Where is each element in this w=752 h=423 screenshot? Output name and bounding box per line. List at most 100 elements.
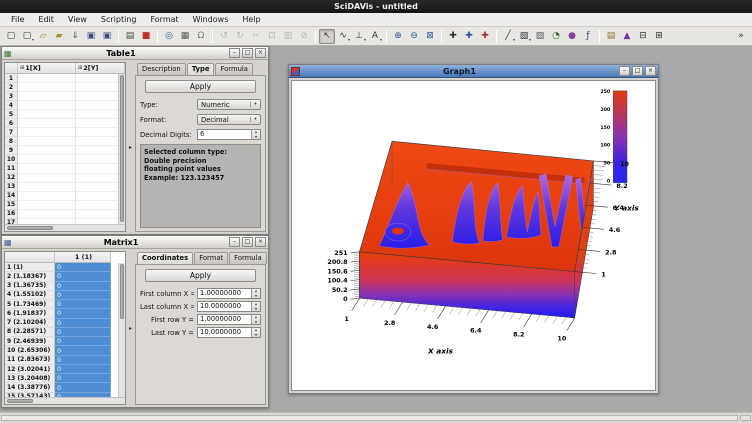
spin-down-icon[interactable]: ▾ (252, 294, 260, 299)
matrix-row[interactable]: 1 (1) 0 (5, 263, 125, 272)
row-number[interactable]: 1 (5, 74, 18, 83)
graph1-titlebar[interactable]: Graph1 – □ × (289, 65, 658, 78)
matrix-row-header[interactable]: 9 (2.46939) (5, 337, 55, 346)
matrix-cell-selected[interactable]: 0 (55, 365, 111, 374)
spin-down-icon[interactable]: ▾ (252, 135, 260, 140)
coordinate-spinbox[interactable]: 10.0000000▴▾ (197, 327, 261, 338)
row-number[interactable]: 9 (5, 146, 18, 155)
close-button[interactable]: × (645, 66, 656, 76)
zoom-in-icon[interactable]: ⊕▾ (390, 29, 406, 44)
table-cell[interactable] (18, 146, 76, 155)
row-number[interactable]: 15 (5, 201, 18, 210)
table-row[interactable]: 9 (5, 146, 125, 155)
minimize-button[interactable]: – (619, 66, 630, 76)
matrix-row-header[interactable]: 5 (1.73469) (5, 300, 55, 309)
matrix-row[interactable]: 4 (1.55102) 0 (5, 291, 125, 300)
matrix-cell-selected[interactable]: 0 (55, 309, 111, 318)
print-preview-icon[interactable]: ◎▾ (161, 29, 177, 44)
matrix-row-header[interactable]: 4 (1.55102) (5, 291, 55, 300)
spin-down-icon[interactable]: ▾ (252, 333, 260, 338)
coordinate-spinbox[interactable]: 1.00000000▴▾ (197, 314, 261, 325)
matrix-cell-selected[interactable]: 0 (55, 272, 111, 281)
matrix-cell-selected[interactable]: 0 (55, 263, 111, 272)
add-curve-icon[interactable]: ∿▾ (335, 29, 351, 44)
matrix-hscrollbar[interactable] (5, 397, 125, 404)
matrix-cell-selected[interactable]: 0 (55, 282, 111, 291)
duplicate-window-icon[interactable]: ⊟▾ (635, 29, 651, 44)
close-button[interactable]: × (255, 48, 266, 58)
format-combobox[interactable]: Decimal▾ (197, 114, 261, 125)
vscroll-thumb[interactable] (120, 75, 124, 222)
spin-down-icon[interactable]: ▾ (252, 307, 260, 312)
matrix-row-header[interactable]: 8 (2.28571) (5, 328, 55, 337)
tab[interactable]: Coordinates (137, 252, 193, 264)
apply-button[interactable]: Apply (145, 80, 256, 93)
row-number[interactable]: 16 (5, 210, 18, 219)
new-aside-icon[interactable]: ▢▾ (19, 29, 35, 44)
graph-canvas[interactable]: 12.84.66.48.21012.84.66.48.210050.2100.4… (291, 80, 656, 391)
tab[interactable]: Formula (229, 252, 266, 264)
table-cell[interactable] (18, 101, 76, 110)
row-number[interactable]: 2 (5, 83, 18, 92)
table-row[interactable]: 2 (5, 83, 125, 92)
redo-icon[interactable]: ↻▾ (232, 29, 248, 44)
open-template-icon[interactable]: ▰▾ (51, 29, 67, 44)
restore-button[interactable]: □ (242, 48, 253, 58)
matrix-row[interactable]: 9 (2.46939) 0 (5, 337, 125, 346)
tab[interactable]: Formula (215, 63, 252, 75)
matrix-cell-selected[interactable]: 0 (55, 328, 111, 337)
matrix-row-header[interactable]: 2 (1.18367) (5, 272, 55, 281)
type-combobox[interactable]: Numeric▾ (197, 99, 261, 110)
table-row[interactable]: 16 (5, 210, 125, 219)
hscroll-track[interactable] (1, 415, 738, 421)
matrix-row-header[interactable]: 7 (2.10204) (5, 319, 55, 328)
apply-button[interactable]: Apply (145, 269, 256, 282)
table-row[interactable]: 10 (5, 155, 125, 164)
table-cell[interactable] (18, 74, 76, 83)
fit-wizard-icon[interactable]: ƒ▾ (580, 29, 596, 44)
table-hscrollbar[interactable] (5, 224, 125, 231)
new-graph-icon[interactable]: ▧▾ (516, 29, 532, 44)
add-error-bars-icon[interactable]: ⊥▾ (351, 29, 367, 44)
matrix-cell-selected[interactable]: 0 (55, 319, 111, 328)
matrix-row[interactable]: 7 (2.10204) 0 (5, 319, 125, 328)
app-titlebar[interactable]: SciDAVis - untitled (0, 0, 752, 13)
table-row[interactable]: 8 (5, 137, 125, 146)
zoom-out-icon[interactable]: ⊖▾ (406, 29, 422, 44)
surface-plot-3d[interactable]: 12.84.66.48.21012.84.66.48.210050.2100.4… (292, 81, 655, 390)
menu-item[interactable]: Help (235, 14, 267, 25)
spin-down-icon[interactable]: ▾ (252, 320, 260, 325)
table-row[interactable]: 14 (5, 192, 125, 201)
table-cell[interactable] (18, 137, 76, 146)
hscroll-thumb[interactable] (7, 226, 53, 230)
matrix-row[interactable]: 6 (1.91837) 0 (5, 309, 125, 318)
row-number[interactable]: 7 (5, 128, 18, 137)
undo-icon[interactable]: ↺▾ (216, 29, 232, 44)
matrix-row-header[interactable]: 11 (2.83673) (5, 356, 55, 365)
dock-collapse-handle[interactable]: ▸ (126, 251, 135, 405)
table-cell[interactable] (18, 128, 76, 137)
add-image-icon[interactable]: ▨▾ (532, 29, 548, 44)
decimal-digits-spinbox[interactable]: 6▴▾ (197, 129, 261, 140)
open-project-icon[interactable]: ▱▾ (35, 29, 51, 44)
project-explorer-icon[interactable]: ▦▾ (177, 29, 193, 44)
restore-button[interactable]: □ (632, 66, 643, 76)
pointer-icon[interactable]: ↖▾ (319, 29, 335, 44)
matrix-column-header[interactable]: 1 (1) (55, 252, 111, 263)
paste-icon[interactable]: ▥▾ (280, 29, 296, 44)
matrix-corner-cell[interactable] (5, 252, 55, 263)
menu-item[interactable]: Edit (31, 14, 61, 25)
menu-item[interactable]: File (4, 14, 31, 25)
save-template-icon[interactable]: ▣▾ (99, 29, 115, 44)
print-icon[interactable]: ▤▾ (122, 29, 138, 44)
row-number[interactable]: 13 (5, 183, 18, 192)
cut-icon[interactable]: ✂▾ (248, 29, 264, 44)
draw-line-icon[interactable]: ╱▾ (500, 29, 516, 44)
matrix-vscrollbar[interactable] (118, 263, 125, 397)
matrix-row[interactable]: 10 (2.65306) 0 (5, 346, 125, 355)
menu-item[interactable]: Scripting (94, 14, 144, 25)
row-number[interactable]: 8 (5, 137, 18, 146)
move-data-points-icon[interactable]: ✚▾ (461, 29, 477, 44)
table-row[interactable]: 1 (5, 74, 125, 83)
coordinate-spinbox[interactable]: 1.00000000▴▾ (197, 288, 261, 299)
